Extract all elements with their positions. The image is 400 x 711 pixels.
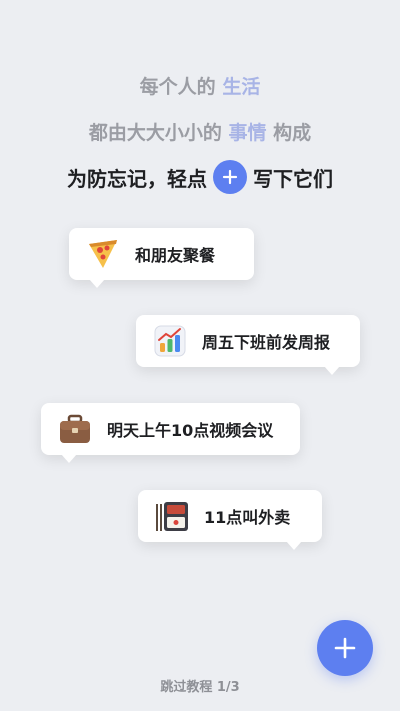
plus-icon <box>213 160 247 194</box>
card-label: 周五下班前发周报 <box>202 333 331 352</box>
card-label: 11点叫外卖 <box>204 508 291 527</box>
intro-line-3-suffix: 写下它们 <box>253 166 333 191</box>
briefcase-icon <box>57 411 93 447</box>
pizza-icon <box>85 236 121 272</box>
intro-line-2: 都由大大小小的 事情 构成 <box>0 118 400 145</box>
bento-box-icon <box>154 498 190 534</box>
intro-line-1-highlight: 生活 <box>222 76 261 98</box>
skip-tutorial-link[interactable]: 跳过教程 1/3 <box>160 680 239 695</box>
chart-icon <box>152 323 188 359</box>
card-label: 明天上午10点视频会议 <box>107 421 274 440</box>
card-label: 和朋友聚餐 <box>135 246 216 265</box>
example-card-weekly-report: 周五下班前发周报 <box>136 315 360 375</box>
plus-icon <box>334 637 356 659</box>
example-card-dinner: 和朋友聚餐 <box>69 228 254 288</box>
example-card-video-meeting: 明天上午10点视频会议 <box>41 403 300 463</box>
intro-line-3-prefix: 为防忘记，轻点 <box>67 166 207 191</box>
add-button[interactable] <box>317 620 373 676</box>
skip-tutorial: 跳过教程 1/3 <box>0 676 400 695</box>
intro-line-2-prefix: 都由大大小小的 <box>88 122 222 144</box>
intro-line-2-highlight: 事情 <box>228 122 267 144</box>
intro-line-2-suffix: 构成 <box>273 122 312 144</box>
intro-line-3: 为防忘记，轻点 写下它们 <box>0 160 400 194</box>
intro-line-1-prefix: 每个人的 <box>139 76 216 98</box>
intro-line-1: 每个人的 生活 <box>0 72 400 99</box>
example-card-order-takeout: 11点叫外卖 <box>138 490 322 550</box>
